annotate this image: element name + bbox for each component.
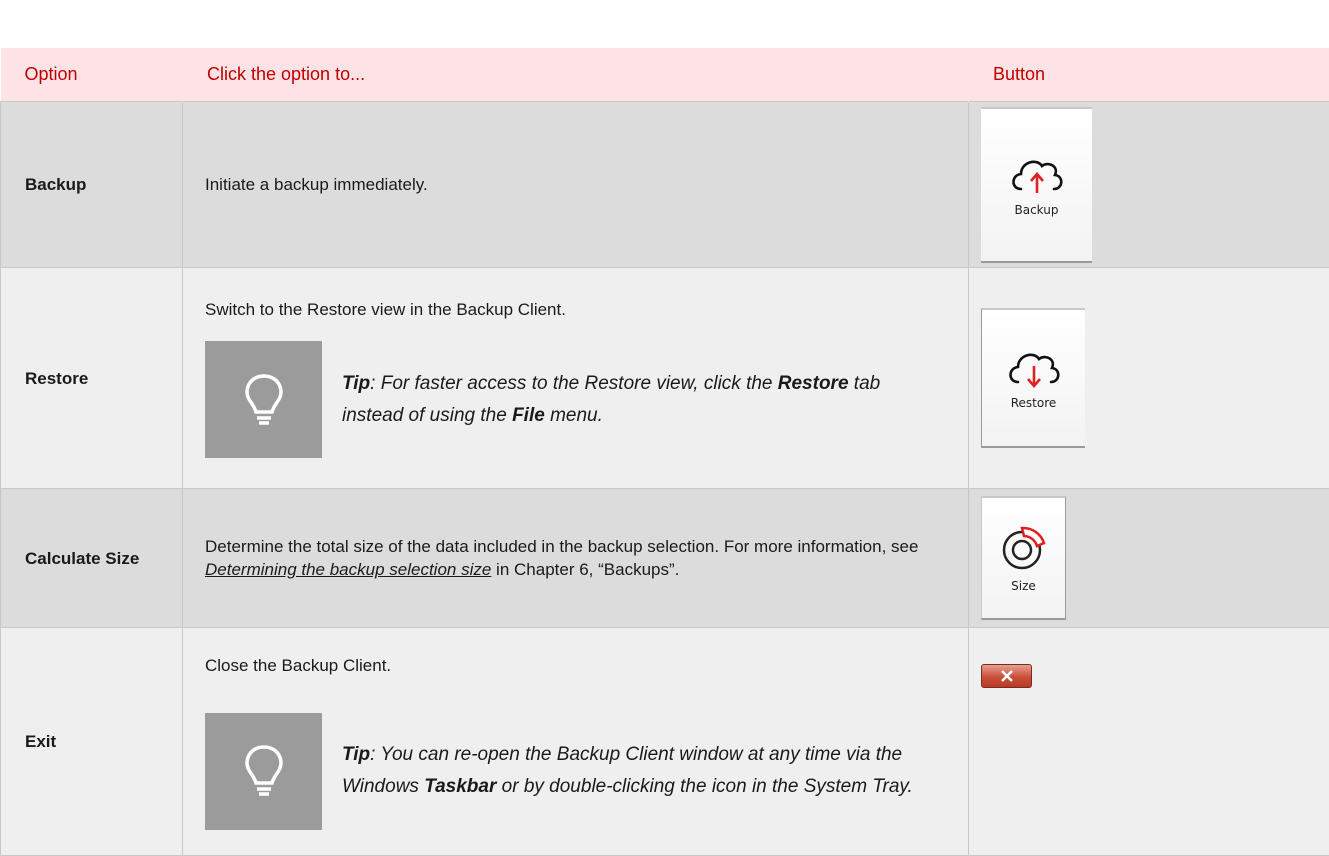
- backup-button[interactable]: Backup: [981, 107, 1092, 263]
- option-name: Backup: [1, 102, 183, 268]
- tip-block: Tip: You can re-open the Backup Client w…: [205, 713, 946, 830]
- restore-button[interactable]: Restore: [981, 308, 1085, 448]
- option-description: Switch to the Restore view in the Backup…: [205, 298, 946, 321]
- table-header-row: Option Click the option to... Button: [1, 48, 1329, 102]
- cloud-download-icon: [1004, 346, 1064, 390]
- button-cell: Restore: [969, 268, 1329, 489]
- button-cell: Size: [969, 489, 1329, 628]
- table-row: Exit Close the Backup Client. Tip: You c…: [1, 628, 1329, 856]
- size-button[interactable]: Size: [981, 496, 1066, 620]
- close-icon: [1000, 670, 1014, 682]
- table-row: Calculate Size Determine the total size …: [1, 489, 1329, 628]
- option-description: Determine the total size of the data inc…: [183, 489, 969, 628]
- options-table: Option Click the option to... Button Bac…: [0, 48, 1329, 856]
- close-button[interactable]: [981, 664, 1032, 688]
- button-cell: Backup: [969, 102, 1329, 268]
- tip-block: Tip: For faster access to the Restore vi…: [205, 341, 946, 458]
- cloud-upload-icon: [1007, 153, 1067, 197]
- option-description: Initiate a backup immediately.: [183, 102, 969, 268]
- lightbulb-icon: [205, 713, 322, 830]
- table-row: Backup Initiate a backup immediately. Ba…: [1, 102, 1329, 268]
- tip-text: Tip: You can re-open the Backup Client w…: [342, 739, 946, 803]
- selection-size-link[interactable]: Determining the backup selection size: [205, 560, 491, 579]
- option-description: Close the Backup Client.: [205, 654, 946, 677]
- lightbulb-icon: [205, 341, 322, 458]
- option-name: Exit: [1, 628, 183, 856]
- backup-button-label: Backup: [1015, 203, 1059, 217]
- button-cell: [969, 628, 1329, 856]
- option-description-cell: Close the Backup Client. Tip: You can re…: [183, 628, 969, 856]
- option-description-cell: Switch to the Restore view in the Backup…: [183, 268, 969, 489]
- restore-button-label: Restore: [1011, 396, 1057, 410]
- option-name: Calculate Size: [1, 489, 183, 628]
- tip-text: Tip: For faster access to the Restore vi…: [342, 368, 946, 432]
- header-click: Click the option to...: [183, 48, 969, 102]
- header-button: Button: [969, 48, 1329, 102]
- table-row: Restore Switch to the Restore view in th…: [1, 268, 1329, 489]
- option-name: Restore: [1, 268, 183, 489]
- header-option: Option: [1, 48, 183, 102]
- size-button-label: Size: [1011, 579, 1036, 593]
- size-ring-icon: [999, 523, 1049, 573]
